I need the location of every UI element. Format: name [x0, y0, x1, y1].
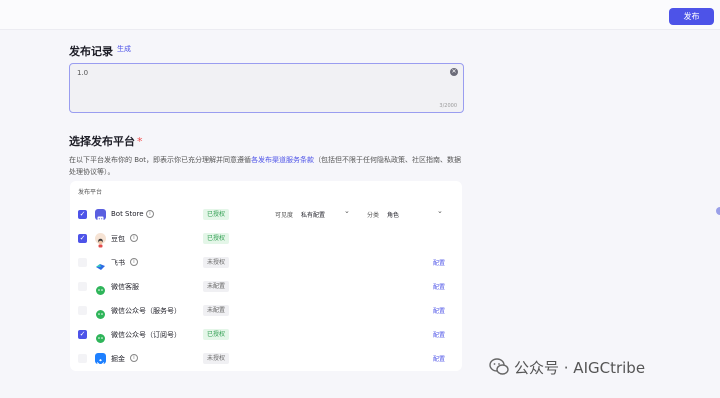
category-label: 分类: [367, 212, 380, 219]
category-select[interactable]: 角色: [387, 210, 399, 219]
status-badge: 已授权: [203, 233, 230, 244]
doubao-icon: [95, 233, 106, 248]
config-link[interactable]: 配置: [433, 354, 445, 363]
config-link[interactable]: 配置: [433, 306, 445, 315]
platform-title-text: 选择发布平台: [69, 135, 135, 148]
config-link[interactable]: 配置: [433, 282, 445, 291]
publish-button[interactable]: 发布: [669, 8, 714, 25]
feishu-icon: [95, 257, 106, 270]
desc-text-before: 在以下平台发布你的 Bot，即表示你已充分理解并同意遵循: [69, 156, 252, 164]
textarea-value: 1.0: [77, 69, 89, 77]
platform-row-doubao: ✓ 豆包 i 已授权: [70, 229, 462, 249]
platform-name: 飞书: [111, 259, 125, 267]
clear-icon[interactable]: ✕: [450, 68, 458, 76]
status-badge: 未授权: [203, 257, 230, 268]
info-icon[interactable]: i: [130, 234, 138, 242]
wechat-logo-icon: [488, 356, 510, 378]
status-badge: 未配置: [203, 305, 230, 316]
chevron-down-icon[interactable]: ⌄: [437, 207, 443, 215]
platform-name: 微信公众号（服务号）: [111, 307, 181, 315]
generate-link[interactable]: 生成: [117, 44, 131, 54]
platform-title: 选择发布平台 *: [69, 133, 143, 149]
status-badge: 未授权: [203, 353, 230, 364]
checkbox[interactable]: ✓: [78, 330, 87, 339]
visibility-select[interactable]: 私有配置: [301, 210, 325, 219]
platform-name: 掘金: [111, 355, 125, 363]
wechat-icon: [95, 305, 106, 319]
platform-row-bot-store: ✓ Bot Store i 已授权 可见度 私有配置 ⌄ 分类 角色 ⌄: [70, 205, 462, 225]
info-icon[interactable]: i: [146, 210, 154, 218]
chevron-down-icon[interactable]: ⌄: [344, 207, 350, 215]
platform-row-wechat-service: 微信客服 未配置 配置: [70, 277, 462, 297]
status-badge: 已授权: [203, 329, 230, 340]
config-link[interactable]: 配置: [433, 330, 445, 339]
config-link[interactable]: 配置: [433, 258, 445, 267]
watermark: 公众号 · AIGCtribe: [488, 356, 645, 378]
checkbox[interactable]: [78, 354, 87, 363]
status-badge: 未配置: [203, 281, 230, 292]
checkbox[interactable]: [78, 306, 87, 315]
checkbox[interactable]: ✓: [78, 234, 87, 243]
checkbox[interactable]: [78, 282, 87, 291]
wechat-icon: [95, 329, 106, 343]
publish-record-title: 发布记录: [69, 45, 113, 58]
checkbox[interactable]: ✓: [78, 210, 87, 219]
info-icon[interactable]: i: [130, 258, 138, 266]
wechat-icon: [95, 281, 106, 295]
checkbox[interactable]: [78, 258, 87, 267]
watermark-text: 公众号 · AIGCtribe: [514, 358, 646, 377]
platform-row-juejin: 掘金 i 未授权 配置: [70, 349, 462, 369]
panel-header: 发布平台: [78, 189, 103, 196]
publish-record-textarea[interactable]: 1.0 ✕ 3/2000: [69, 63, 464, 113]
top-bar: 发布: [0, 0, 720, 30]
char-counter: 3/2000: [439, 103, 457, 109]
terms-link[interactable]: 各发布渠道服务条款: [251, 156, 314, 164]
juejin-icon: [95, 353, 106, 366]
platform-name: Bot Store: [111, 210, 144, 218]
required-mark: *: [137, 135, 143, 148]
platform-row-wechat-oa-subscription: ✓ 微信公众号（订阅号） 已授权 配置: [70, 325, 462, 345]
platform-panel: 发布平台 ✓ Bot Store i 已授权 可见度 私有配置 ⌄ 分类 角色 …: [70, 181, 462, 371]
platform-name: 豆包: [111, 235, 125, 243]
visibility-label: 可见度: [275, 212, 294, 219]
bot-store-icon: [95, 209, 106, 221]
platform-name: 微信客服: [111, 283, 139, 291]
platform-row-wechat-oa-service: 微信公众号（服务号） 未配置 配置: [70, 301, 462, 321]
platform-name: 微信公众号（订阅号）: [111, 331, 181, 339]
edge-handle[interactable]: [716, 207, 720, 215]
platform-row-feishu: 飞书 i 未授权 配置: [70, 253, 462, 273]
info-icon[interactable]: i: [130, 354, 138, 362]
status-badge: 已授权: [203, 209, 230, 220]
platform-description: 在以下平台发布你的 Bot，即表示你已充分理解并同意遵循各发布渠道服务条款（包括…: [69, 154, 464, 178]
